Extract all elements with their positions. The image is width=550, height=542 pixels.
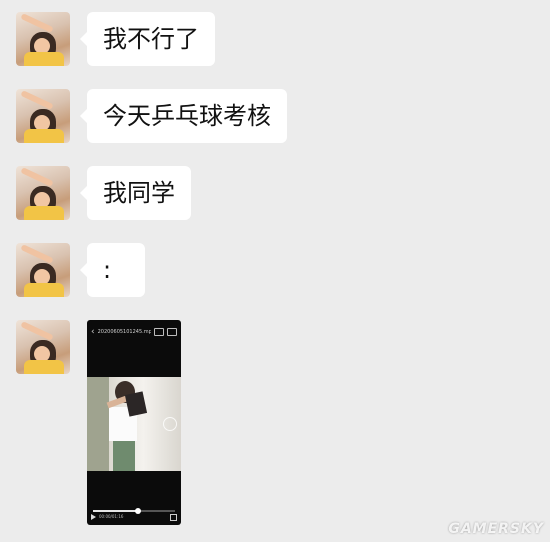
avatar[interactable] [16,12,70,66]
avatar[interactable] [16,166,70,220]
message-text: 今天乒乓球考核 [103,102,271,130]
avatar[interactable] [16,89,70,143]
message-bubble[interactable]: 我同学 [80,166,191,220]
message-bubble[interactable]: 我不行了 [80,12,215,66]
message-text: 我不行了 [103,25,199,53]
message-bubble[interactable]: 今天乒乓球考核 [80,89,287,143]
avatar[interactable] [16,243,70,297]
message-bubble[interactable]: : [80,243,145,297]
message-row: 我同学 [16,166,191,220]
message-text: 我同学 [103,179,175,207]
message-text: : [103,256,112,284]
video-controls: 00:00/01:16 [91,513,177,521]
video-frame[interactable] [87,377,181,471]
video-top-bar: ‹ 20200605101245.mp4 [91,327,177,337]
video-progress-bar[interactable] [93,508,175,514]
message-row: 我不行了 [16,12,215,66]
avatar[interactable] [16,320,70,374]
fullscreen-icon[interactable] [170,513,177,521]
hd-icon[interactable] [154,328,164,336]
video-message[interactable]: ‹ 20200605101245.mp4 00:00/01:16 [87,320,181,525]
back-icon[interactable]: ‹ [91,327,95,337]
video-time: 00:00/01:16 [99,514,124,519]
message-row: 今天乒乓球考核 [16,89,287,143]
message-row: : [16,243,145,297]
replay-icon[interactable] [163,417,177,431]
more-icon[interactable] [167,328,177,336]
play-icon[interactable] [91,514,96,520]
video-filename: 20200605101245.mp4 [97,329,151,335]
message-row: ‹ 20200605101245.mp4 00:00/01:16 [16,320,181,525]
watermark: GAMERSKY [448,521,544,537]
